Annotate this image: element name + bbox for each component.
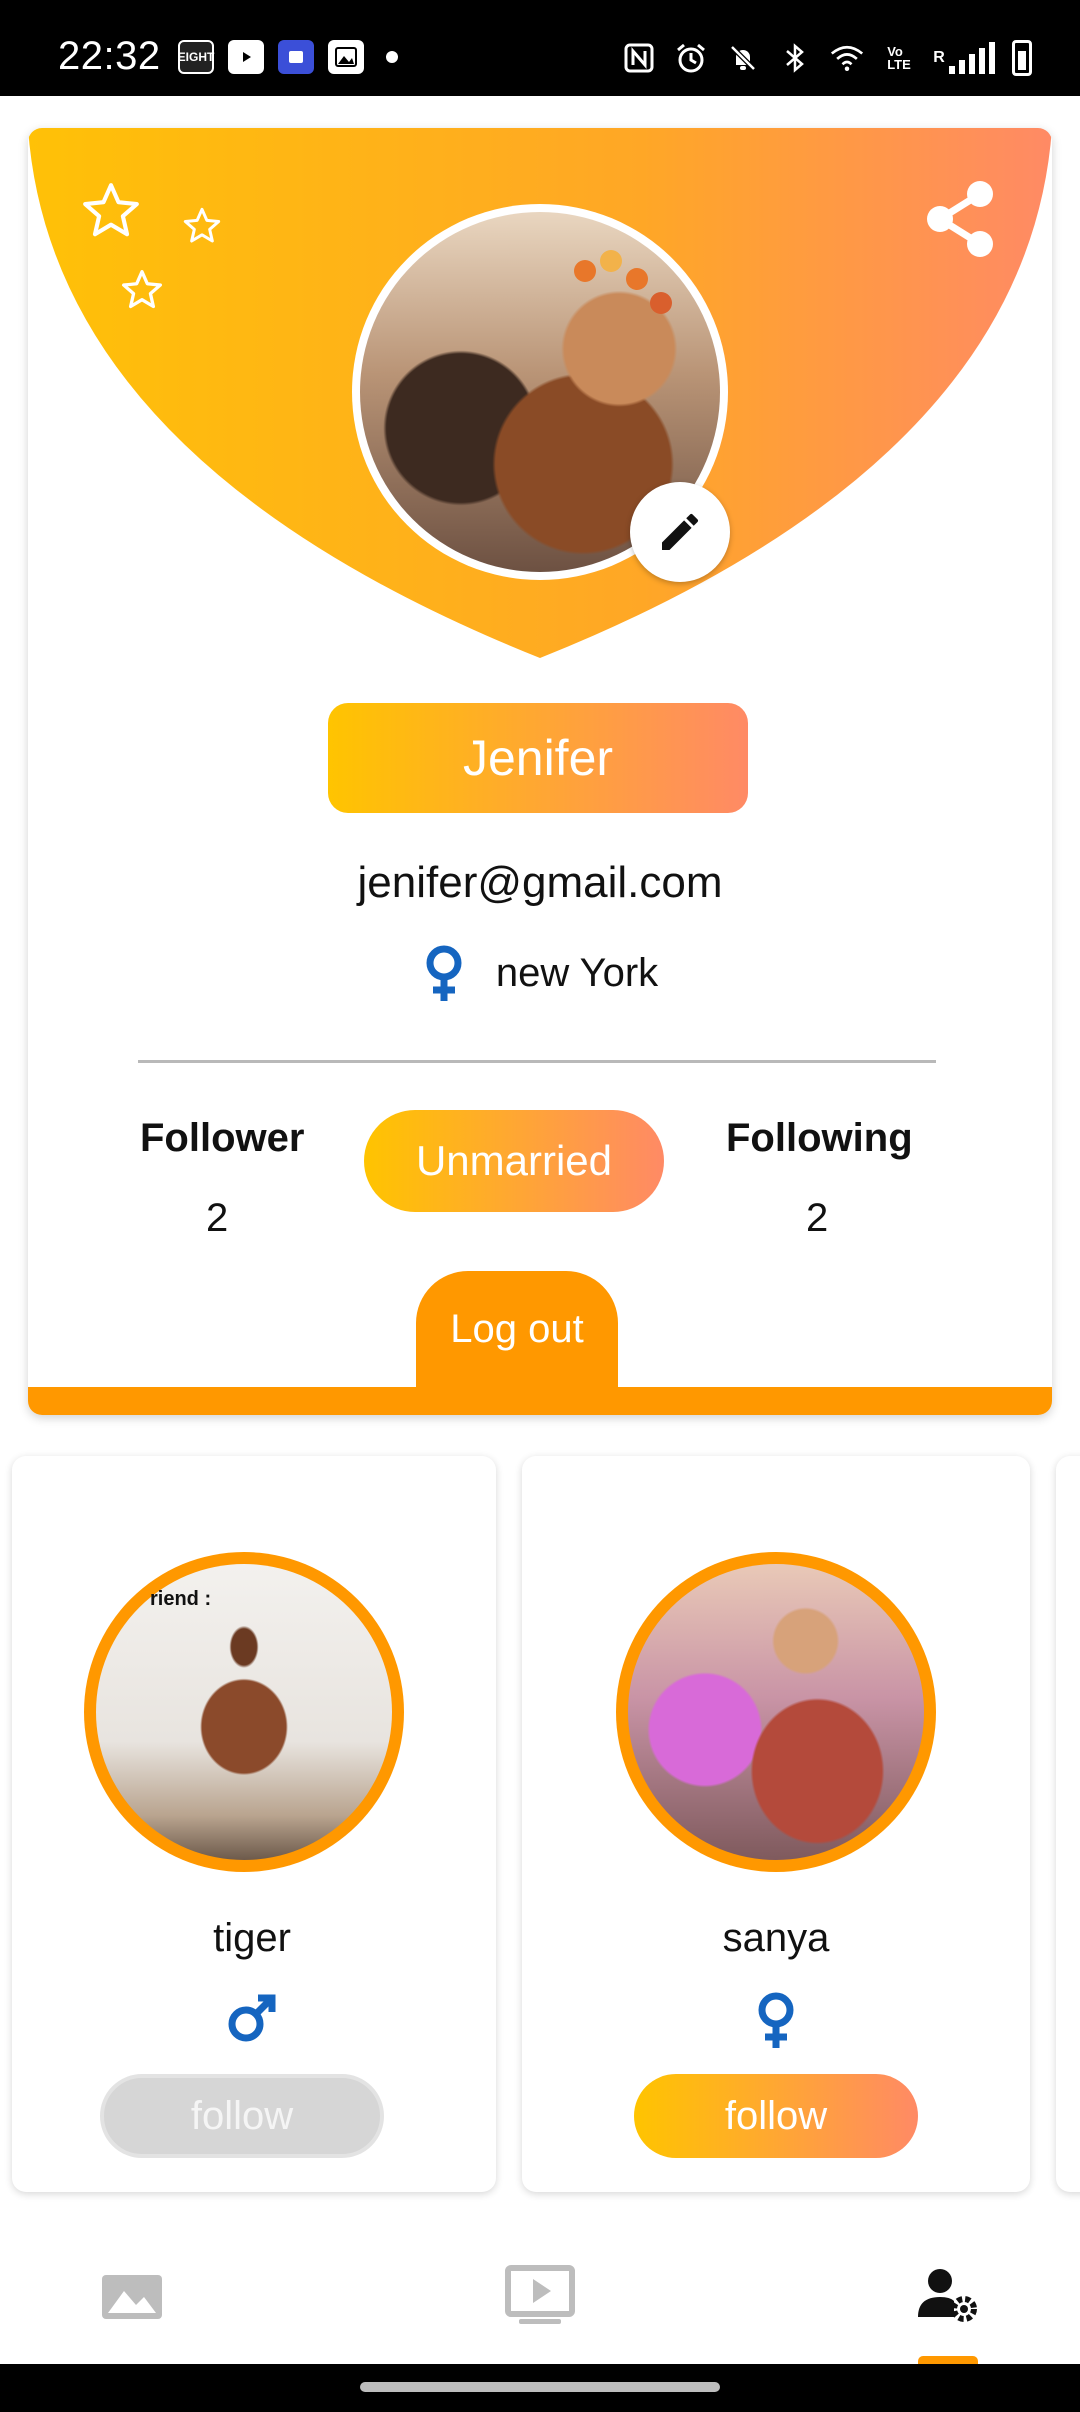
bottom-navigation xyxy=(0,2230,1080,2366)
male-icon xyxy=(228,1994,276,2042)
friend-avatar[interactable] xyxy=(84,1552,404,1872)
profile-card-footer-bar xyxy=(28,1387,1052,1415)
status-bar: 22:32 EIGHT Vo LTE R xyxy=(0,0,1080,96)
nav-profile-settings[interactable] xyxy=(908,2260,988,2330)
friend-card[interactable]: riend : tiger follow xyxy=(12,1456,496,2192)
profile-location: new York xyxy=(495,950,659,995)
youtube-icon xyxy=(228,40,264,74)
star-icon xyxy=(183,207,221,243)
logout-button[interactable]: Log out xyxy=(416,1271,618,1389)
friend-card-partial[interactable] xyxy=(1056,1456,1080,2192)
status-notification-icons: EIGHT xyxy=(178,40,398,74)
photo-gallery-icon xyxy=(102,2275,162,2319)
profile-settings-icon xyxy=(918,2269,977,2322)
eight-app-icon: EIGHT xyxy=(178,40,214,74)
friend-card[interactable]: sanya follow xyxy=(522,1456,1030,2192)
friend-name: sanya xyxy=(722,1916,830,1960)
status-system-icons: Vo LTE R xyxy=(622,40,1032,76)
profile-card: Jenifer jenifer@gmail.com new York Follo… xyxy=(28,128,1052,1415)
bell-off-icon xyxy=(726,41,760,75)
bluetooth-icon xyxy=(778,41,812,75)
profile-email: jenifer@gmail.com xyxy=(357,858,723,907)
video-player-icon xyxy=(505,2265,575,2324)
follower-label[interactable]: Follower xyxy=(140,1116,304,1161)
volte-icon: Vo LTE xyxy=(887,44,911,72)
gesture-bar xyxy=(0,2364,1080,2412)
wifi-icon xyxy=(830,41,864,75)
alarm-icon xyxy=(674,41,708,75)
follower-count: 2 xyxy=(206,1196,229,1240)
following-label[interactable]: Following xyxy=(726,1116,913,1161)
star-icon xyxy=(122,270,162,309)
share-icon[interactable] xyxy=(924,180,996,258)
friend-gender xyxy=(12,1990,492,2046)
gallery-icon xyxy=(328,40,364,74)
nav-videos[interactable] xyxy=(500,2260,580,2330)
female-icon xyxy=(758,1992,794,2048)
friend-name: tiger xyxy=(213,1916,291,1960)
dot-icon xyxy=(386,51,398,63)
follow-button[interactable]: follow xyxy=(100,2074,384,2158)
profile-divider xyxy=(138,1060,936,1063)
friend-caption: riend : xyxy=(150,1588,212,1610)
follow-button[interactable]: follow xyxy=(634,2074,918,2158)
edit-profile-button[interactable] xyxy=(630,482,730,582)
roaming-label: R xyxy=(933,49,945,66)
nav-photos[interactable] xyxy=(92,2260,172,2330)
female-icon xyxy=(426,945,462,1001)
profile-name: Jenifer xyxy=(328,703,748,813)
friend-avatar[interactable] xyxy=(616,1552,936,1872)
friend-gender xyxy=(522,1990,1030,2050)
friends-carousel[interactable]: riend : tiger follow sanya follow xyxy=(0,1450,1080,2210)
battery-icon xyxy=(1012,40,1032,76)
relationship-status-badge: Unmarried xyxy=(364,1110,664,1212)
home-gesture-handle[interactable] xyxy=(360,2382,720,2392)
friend-photo xyxy=(96,1564,392,1860)
store-icon xyxy=(278,40,314,74)
following-count: 2 xyxy=(806,1196,829,1240)
status-time: 22:32 xyxy=(58,34,161,78)
friend-photo xyxy=(628,1564,924,1860)
profile-location-row: new York xyxy=(28,943,1052,1003)
pencil-icon xyxy=(662,513,698,550)
nfc-icon xyxy=(622,41,656,75)
signal-icon: R xyxy=(933,41,995,75)
star-icon xyxy=(83,183,139,237)
